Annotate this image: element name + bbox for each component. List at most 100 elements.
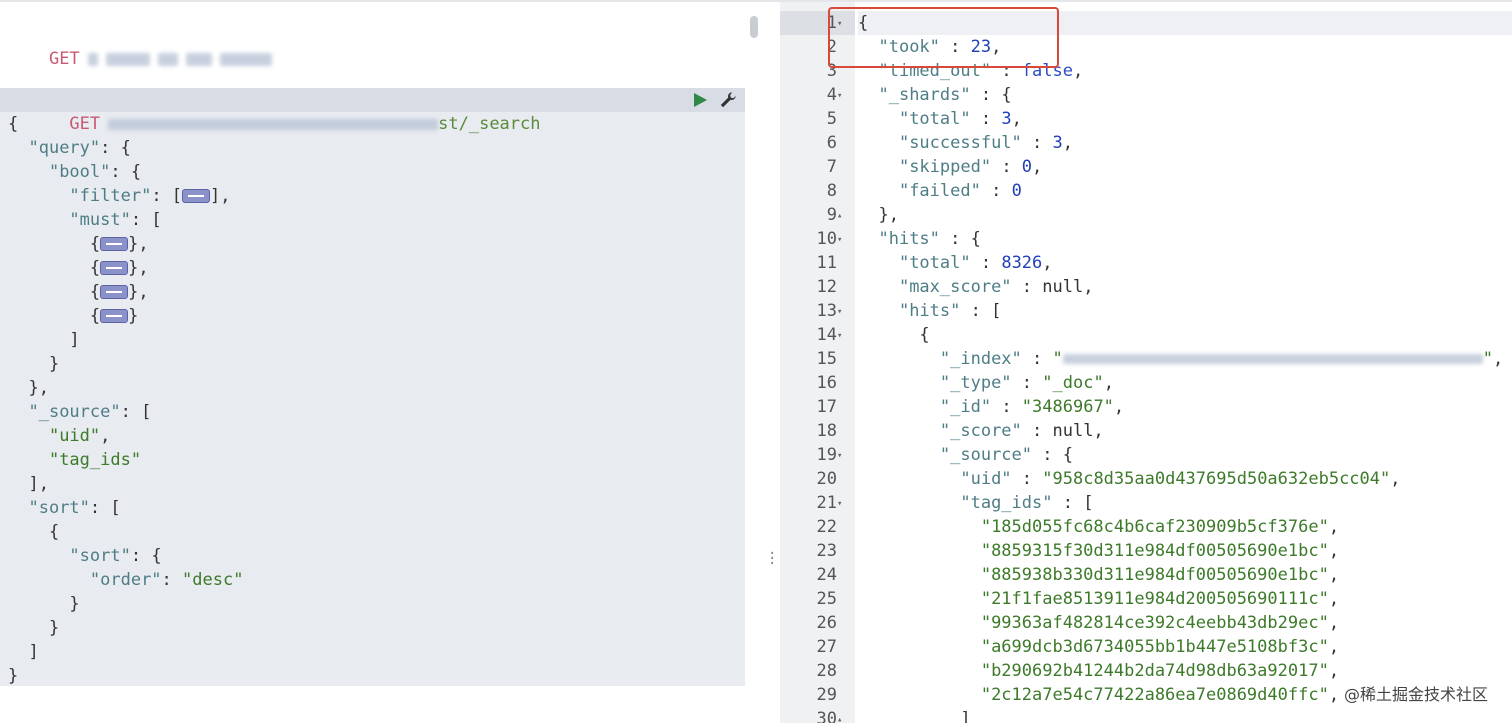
- request-path-suffix: st/_search: [438, 114, 541, 134]
- line-number-text: 13: [816, 301, 837, 321]
- json-punct: {: [8, 282, 101, 302]
- json-punct: }: [8, 618, 60, 638]
- json-key: "bool": [48, 162, 111, 182]
- json-punct: : [: [960, 301, 1002, 321]
- json-punct: :: [980, 181, 1012, 201]
- folded-block-icon[interactable]: [182, 189, 211, 203]
- json-punct: [858, 421, 940, 441]
- json-string: "3486967": [1021, 397, 1114, 417]
- json-punct: [8, 570, 90, 590]
- json-punct: [858, 133, 899, 153]
- redacted-text: [87, 52, 98, 66]
- json-punct: },: [128, 258, 149, 278]
- line-number: 15: [780, 347, 855, 371]
- response-line: "total" : 8326,: [858, 251, 1053, 275]
- json-punct: [8, 402, 28, 422]
- json-punct: [858, 277, 899, 297]
- folded-block-icon[interactable]: [100, 237, 129, 251]
- folded-block-icon[interactable]: [100, 309, 129, 323]
- pane-resize-handle[interactable]: · · ·: [768, 547, 776, 571]
- fold-arrow-icon[interactable]: ▾: [837, 228, 847, 252]
- line-number-text: 30: [816, 709, 837, 723]
- json-punct: [858, 661, 981, 681]
- response-line: "skipped" : 0,: [858, 155, 1042, 179]
- request-line-1[interactable]: GET: [0, 14, 272, 69]
- line-number[interactable]: 19▾: [780, 443, 855, 467]
- line-number[interactable]: 30▴: [780, 707, 855, 723]
- fold-arrow-icon[interactable]: ▾: [837, 300, 847, 324]
- json-punct: },: [128, 282, 149, 302]
- response-line: "885938b330d311e984df00505690e1bc",: [858, 563, 1339, 587]
- line-number: 28: [780, 659, 855, 683]
- response-line: "185d055fc68c4b6caf230909b5cf376e",: [858, 515, 1339, 539]
- json-punct: [858, 685, 981, 705]
- json-string: "8859315f30d311e984df00505690e1bc": [980, 541, 1329, 561]
- fold-arrow-icon[interactable]: ▾: [837, 492, 847, 516]
- line-number[interactable]: 4▾: [780, 83, 855, 107]
- code-line: "order": "desc": [8, 568, 244, 592]
- response-line: "_index" : " ",: [858, 347, 1503, 371]
- json-punct: [8, 138, 28, 158]
- response-line: "2c12a7e54c77422a86ea7e0869d40ffc",: [858, 683, 1339, 707]
- request-editor[interactable]: GET GET st/_search { "query": { "bool": {…: [0, 2, 745, 723]
- json-string: "b290692b41244b2da74d98db63a92017": [980, 661, 1329, 681]
- line-number: 18: [780, 419, 855, 443]
- line-number: 6: [780, 131, 855, 155]
- json-punct: ,: [1493, 349, 1504, 369]
- json-key: "uid": [960, 469, 1012, 489]
- json-punct: : [: [151, 186, 183, 206]
- json-key: "_id": [939, 397, 992, 417]
- line-number[interactable]: 9▴: [780, 203, 855, 227]
- json-punct: {: [858, 325, 930, 345]
- json-punct: ,: [1062, 133, 1073, 153]
- left-scrollbar[interactable]: [750, 16, 758, 38]
- line-number: 17: [780, 395, 855, 419]
- line-number[interactable]: 13▾: [780, 299, 855, 323]
- json-punct: {: [8, 258, 101, 278]
- json-key: "order": [89, 570, 162, 590]
- json-punct: [8, 546, 69, 566]
- fold-arrow-icon[interactable]: ▴: [837, 708, 847, 723]
- line-number[interactable]: 10▾: [780, 227, 855, 251]
- json-value: 3: [1001, 109, 1012, 129]
- folded-block-icon[interactable]: [100, 261, 129, 275]
- json-key: "_type": [939, 373, 1012, 393]
- folded-block-icon[interactable]: [100, 285, 129, 299]
- json-punct: ,: [1011, 109, 1022, 129]
- json-punct: ],: [210, 186, 231, 206]
- line-number-text: 9: [826, 205, 837, 225]
- response-line: "8859315f30d311e984df00505690e1bc",: [858, 539, 1339, 563]
- active-request-block[interactable]: GET st/_search { "query": { "bool": { "fi…: [0, 88, 745, 686]
- line-number-text: 21: [816, 493, 837, 513]
- json-punct: : null,: [1021, 421, 1104, 441]
- line-number[interactable]: 14▾: [780, 323, 855, 347]
- line-number: 12: [780, 275, 855, 299]
- json-punct: [8, 162, 49, 182]
- json-punct: [858, 541, 981, 561]
- fold-arrow-icon[interactable]: ▴: [837, 204, 847, 228]
- fold-arrow-icon[interactable]: ▾: [837, 324, 847, 348]
- fold-arrow-icon[interactable]: ▾: [837, 84, 847, 108]
- request-body[interactable]: { "query": { "bool": { "filter": [], "mu…: [8, 112, 243, 688]
- json-punct: : {: [110, 162, 142, 182]
- play-icon[interactable]: [694, 93, 707, 107]
- redacted-text: [105, 52, 150, 66]
- json-punct: ]: [858, 709, 971, 723]
- wrench-icon[interactable]: [719, 91, 737, 109]
- line-number[interactable]: 21▾: [780, 491, 855, 515]
- json-string: "958c8d35aa0d437695d50a632eb5cc04": [1042, 469, 1391, 489]
- line-number-text: 29: [816, 685, 837, 705]
- response-line: "21f1fae8513911e984d200505690111c",: [858, 587, 1339, 611]
- json-punct: [8, 426, 49, 446]
- line-number: 22: [780, 515, 855, 539]
- response-line: "uid" : "958c8d35aa0d437695d50a632eb5cc0…: [858, 467, 1400, 491]
- request-line-2[interactable]: GET st/_search: [0, 88, 745, 134]
- json-punct: }: [8, 594, 80, 614]
- line-number: 5: [780, 107, 855, 131]
- code-line: }: [8, 664, 243, 688]
- line-number: 16: [780, 371, 855, 395]
- json-punct: : [: [1052, 493, 1094, 513]
- code-line: "query": {: [8, 136, 243, 160]
- line-number-text: 12: [816, 277, 837, 297]
- fold-arrow-icon[interactable]: ▾: [837, 444, 847, 468]
